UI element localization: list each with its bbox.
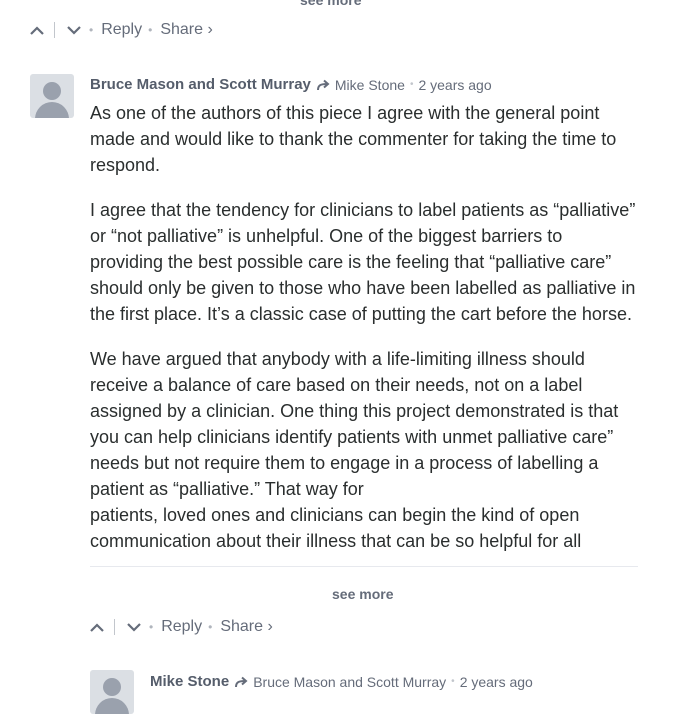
share-button[interactable]: Share › [160, 21, 212, 39]
avatar[interactable] [90, 670, 134, 714]
reply-button[interactable]: Reply [161, 618, 202, 636]
downvote-icon[interactable] [65, 21, 83, 39]
comment-paragraph: patients, loved ones and clinicians can … [90, 505, 582, 551]
separator-dot: • [409, 79, 414, 90]
comment-author[interactable]: Mike Stone [150, 673, 229, 690]
comment-paragraph: As one of the authors of this piece I ag… [90, 103, 617, 175]
separator-dot: • [89, 23, 94, 37]
comment-actions-top: • Reply • Share › [28, 20, 213, 40]
vote-divider [114, 619, 115, 635]
share-button[interactable]: Share › [220, 618, 272, 636]
separator-dot: • [148, 23, 153, 37]
truncate-fade [90, 560, 640, 570]
upvote-icon[interactable] [28, 21, 46, 39]
comment-author[interactable]: Bruce Mason and Scott Murray [90, 76, 311, 93]
reply-to-user[interactable]: Bruce Mason and Scott Murray [253, 674, 446, 690]
comment-paragraph: I agree that the tendency for clinicians… [90, 200, 636, 324]
comment-timestamp[interactable]: 2 years ago [418, 77, 491, 93]
see-more-link[interactable]: see more [332, 586, 393, 602]
comment-body: As one of the authors of this piece I ag… [90, 100, 640, 567]
comment-paragraph: We have argued that anybody with a life-… [90, 349, 619, 499]
see-more-link-top[interactable]: see more [300, 0, 361, 8]
reply-button[interactable]: Reply [101, 21, 142, 39]
avatar[interactable] [30, 74, 74, 118]
reply-arrow-icon [235, 676, 249, 688]
reply-arrow-icon [316, 79, 331, 91]
separator-dot: • [451, 676, 455, 687]
separator-dot: • [208, 620, 213, 634]
vote-divider [54, 22, 55, 38]
separator-dot: • [149, 620, 154, 634]
see-more-divider [90, 566, 638, 567]
upvote-icon[interactable] [88, 618, 106, 636]
reply-to-user[interactable]: Mike Stone [335, 77, 405, 93]
comment-meta: Mike Stone Bruce Mason and Scott Murray … [150, 673, 533, 690]
downvote-icon[interactable] [125, 618, 143, 636]
comment-timestamp[interactable]: 2 years ago [460, 674, 533, 690]
comment-meta: Bruce Mason and Scott Murray Mike Stone … [90, 76, 492, 93]
comment-actions: • Reply • Share › [88, 617, 273, 637]
